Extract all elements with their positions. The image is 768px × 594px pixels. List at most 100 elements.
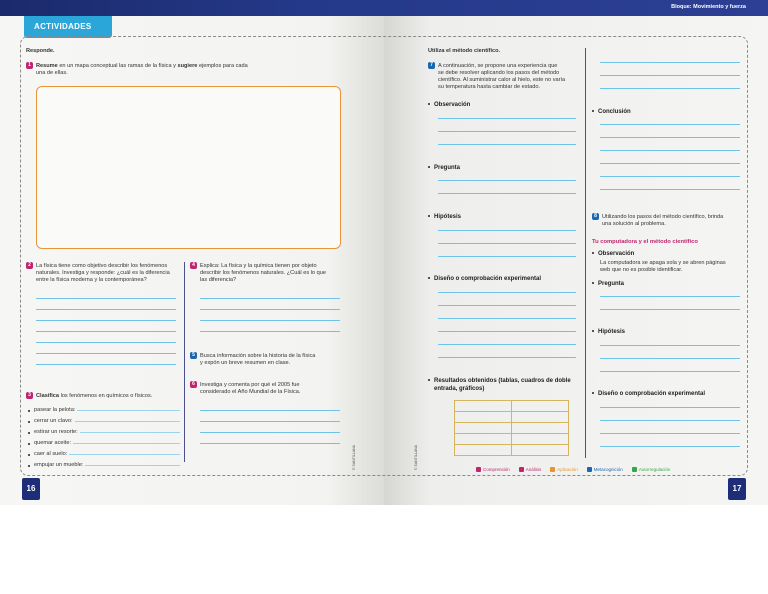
answer-line[interactable]	[600, 163, 740, 164]
obs-answer-lines[interactable]	[438, 118, 576, 145]
q7-line-2: se debe resolver aplicando los pasos del…	[438, 69, 560, 76]
answer-line[interactable]	[600, 371, 740, 372]
legend-label: Metacognición	[593, 467, 623, 472]
answer-line[interactable]	[85, 465, 180, 466]
answer-line[interactable]	[600, 358, 740, 359]
answer-line[interactable]	[200, 421, 340, 422]
q2-line-3: entre la física moderna y la contemporán…	[36, 276, 147, 283]
answer-line[interactable]	[600, 345, 740, 346]
answer-line[interactable]	[600, 137, 740, 138]
aplicacion-icon	[550, 467, 556, 472]
answer-line[interactable]	[36, 364, 176, 365]
answer-line[interactable]	[36, 298, 176, 299]
hip2-answer-lines[interactable]	[600, 345, 740, 372]
answer-line[interactable]	[69, 454, 180, 455]
answer-line[interactable]	[200, 331, 340, 332]
answer-line[interactable]	[600, 62, 740, 63]
answer-line[interactable]	[600, 446, 740, 447]
comprension-icon	[476, 467, 481, 472]
answer-line[interactable]	[200, 320, 340, 321]
q5-line-2: y expón un breve resumen en clase.	[200, 359, 291, 366]
answer-line[interactable]	[36, 342, 176, 343]
legend-item: Aplicación	[550, 467, 578, 472]
step-resultados: Resultados obtenidos (tablas, cuadros de…	[428, 377, 578, 393]
preg-answer-lines[interactable]	[438, 180, 576, 194]
answer-line[interactable]	[600, 88, 740, 89]
q7-line-3: científico. Al suministrar calor al hiel…	[438, 76, 566, 83]
answer-line[interactable]	[200, 309, 340, 310]
q2-line-1: La física tiene como objetivo describir …	[36, 262, 168, 269]
list-item-label: empujar un mueble:	[34, 462, 84, 468]
answer-line[interactable]	[36, 353, 176, 354]
q1-number: 1	[26, 62, 33, 69]
q8-number: 8	[592, 213, 599, 220]
answer-line[interactable]	[600, 124, 740, 125]
list-item: quemar aceite:	[28, 438, 180, 449]
hip-answer-lines[interactable]	[438, 230, 576, 257]
answer-line[interactable]	[600, 420, 740, 421]
answer-line[interactable]	[438, 357, 576, 358]
answer-line[interactable]	[200, 410, 340, 411]
answer-line[interactable]	[438, 331, 576, 332]
answer-line[interactable]	[438, 256, 576, 257]
answer-line[interactable]	[36, 320, 176, 321]
list-item-label: cerrar un clavo:	[34, 418, 73, 424]
q2-answer-lines[interactable]	[36, 298, 176, 365]
answer-line[interactable]	[36, 331, 176, 332]
conclusion-answer-lines[interactable]	[600, 124, 740, 190]
top-answer-lines[interactable]	[600, 62, 740, 89]
answer-line[interactable]	[438, 193, 576, 194]
utiliza-label: Utiliza el método científico.	[428, 48, 500, 55]
answer-line[interactable]	[438, 230, 576, 231]
answer-line[interactable]	[438, 243, 576, 244]
q6-line-2: considerado el Año Mundial de la Física.	[200, 388, 301, 395]
q7-line-4: su temperatura hasta cambiar de estado.	[438, 83, 540, 90]
answer-line[interactable]	[438, 180, 576, 181]
list-item-label: pasear la pelota:	[34, 407, 76, 413]
q1-verb: Resume	[36, 62, 58, 69]
column-divider	[184, 262, 185, 462]
answer-line[interactable]	[438, 292, 576, 293]
results-table[interactable]	[454, 400, 569, 456]
answer-line[interactable]	[77, 410, 180, 411]
answer-line[interactable]	[600, 309, 740, 310]
answer-line[interactable]	[600, 189, 740, 190]
answer-line[interactable]	[600, 176, 740, 177]
answer-line[interactable]	[438, 305, 576, 306]
answer-line[interactable]	[600, 75, 740, 76]
legend-label: Análisis	[525, 467, 542, 472]
answer-line[interactable]	[438, 131, 576, 132]
answer-line[interactable]	[36, 309, 176, 310]
answer-line[interactable]	[438, 144, 576, 145]
answer-line[interactable]	[200, 298, 340, 299]
legend-item: Autorregulación	[631, 467, 670, 472]
answer-line[interactable]	[200, 432, 340, 433]
q1-text-b: ejemplos para cada	[197, 62, 248, 69]
step-label: Resultados obtenidos (tablas, cuadros de…	[434, 378, 571, 384]
answer-line[interactable]	[79, 432, 180, 433]
q3-list: pasear la pelota: cerrar un clavo: estir…	[28, 405, 180, 471]
answer-line[interactable]	[438, 118, 576, 119]
answer-line[interactable]	[600, 150, 740, 151]
answer-line[interactable]	[73, 443, 180, 444]
utiliza-text: Utiliza el método científico.	[428, 48, 501, 54]
concept-map-box[interactable]	[36, 86, 341, 249]
answer-line[interactable]	[74, 421, 180, 422]
question-8: 8 Utilizando los pasos del método científ…	[592, 213, 747, 228]
preg2-answer-lines[interactable]	[600, 296, 740, 310]
dis2-answer-lines[interactable]	[600, 407, 740, 447]
dis-answer-lines[interactable]	[438, 292, 576, 358]
answer-line[interactable]	[438, 344, 576, 345]
answer-line[interactable]	[200, 443, 340, 444]
question-7: 7A continuación, se propone una experien…	[428, 62, 578, 91]
q3-verb: Clasifica	[36, 392, 60, 399]
obs-line-1: La computadora se apaga sola y se abren …	[600, 260, 726, 266]
answer-line[interactable]	[438, 318, 576, 319]
q8-line-2: una solución al problema.	[602, 220, 666, 227]
list-item: pasear la pelota:	[28, 405, 180, 416]
answer-line[interactable]	[600, 407, 740, 408]
q6-answer-lines[interactable]	[200, 410, 340, 444]
q4-answer-lines[interactable]	[200, 298, 340, 332]
answer-line[interactable]	[600, 296, 740, 297]
answer-line[interactable]	[600, 433, 740, 434]
